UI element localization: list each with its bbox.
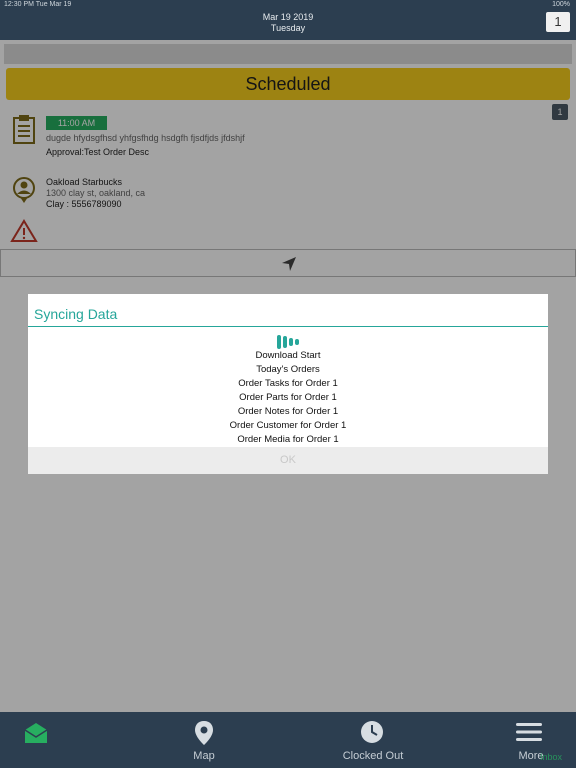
tab-map[interactable]: Map [164,712,244,768]
sync-dialog: Syncing Data Download Start Today's Orde… [28,294,548,474]
loader-icon [277,335,299,349]
sync-item: Order Customer for Order 1 [229,420,347,431]
dialog-title: Syncing Data [34,306,118,322]
tab-clocked-out[interactable]: Clocked Out [328,712,418,768]
sync-item: Order Notes for Order 1 [237,406,339,417]
header-count-button[interactable]: 1 [546,12,570,32]
dialog-divider [28,326,548,327]
ok-button[interactable]: OK [28,447,548,474]
tab-map-label: Map [193,750,215,762]
menu-icon [516,723,542,741]
weekday-text: Tuesday [270,23,306,33]
sync-item: Order Parts for Order 1 [239,392,337,403]
sync-item: Today's Orders [256,364,320,375]
tab-clock-label: Clocked Out [342,750,404,762]
sync-item: Download Start [255,350,321,361]
clock-icon [361,721,383,743]
tab-bar: Map Clocked Out More Inbox [0,712,576,768]
header-date: Mar 19 2019 Tuesday [0,12,576,34]
status-bar: 12:30 PM Tue Mar 19 100% [0,0,576,10]
sync-item: Order Tasks for Order 1 [238,378,338,389]
battery-level: 100% [552,1,570,8]
date-text: Mar 19 2019 [262,12,314,22]
status-time: 12:30 PM Tue Mar 19 [4,1,72,8]
sync-progress-list: Download Start Today's Orders Order Task… [28,349,548,447]
sync-item: Order Media for Order 1 [237,434,339,445]
tab-inbox-label: Inbox [539,752,562,762]
inbox-icon [24,723,48,743]
map-pin-icon [195,721,213,745]
tab-inbox[interactable] [0,712,72,768]
app-header: 12:30 PM Tue Mar 19 100% Mar 19 2019 Tue… [0,0,576,40]
